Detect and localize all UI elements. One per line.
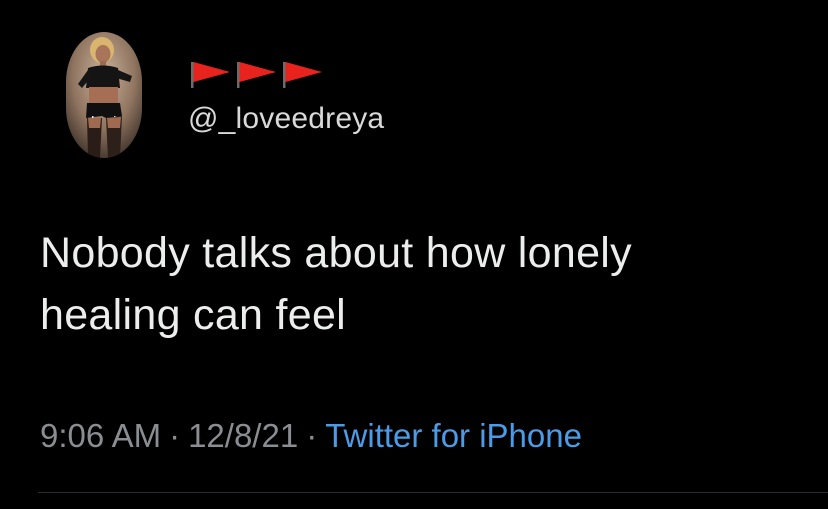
meta-separator: · [169, 417, 181, 454]
meta-separator: · [306, 417, 318, 454]
profile-avatar[interactable] [66, 32, 142, 158]
tweet-text-line: Nobody talks about how lonely [40, 229, 632, 277]
red-flag-emoji-icon [237, 62, 276, 88]
tweet-text: Nobody talks about how lonely healing ca… [40, 222, 800, 346]
divider [38, 492, 828, 493]
tweet-text-line: healing can feel [40, 291, 347, 339]
tweet-time[interactable]: 9:06 AM [40, 417, 161, 454]
display-name[interactable] [190, 58, 326, 88]
tweet: @_loveedreya Nobody talks about how lone… [0, 0, 828, 509]
red-flag-emoji-icon [283, 62, 322, 88]
user-handle[interactable]: @_loveedreya [188, 102, 384, 136]
tweet-source-link[interactable]: Twitter for iPhone [325, 417, 582, 454]
red-flag-emoji-icon [191, 62, 230, 88]
tweet-meta: 9:06 AM · 12/8/21 · Twitter for iPhone [40, 417, 582, 455]
tweet-date[interactable]: 12/8/21 [188, 417, 298, 454]
